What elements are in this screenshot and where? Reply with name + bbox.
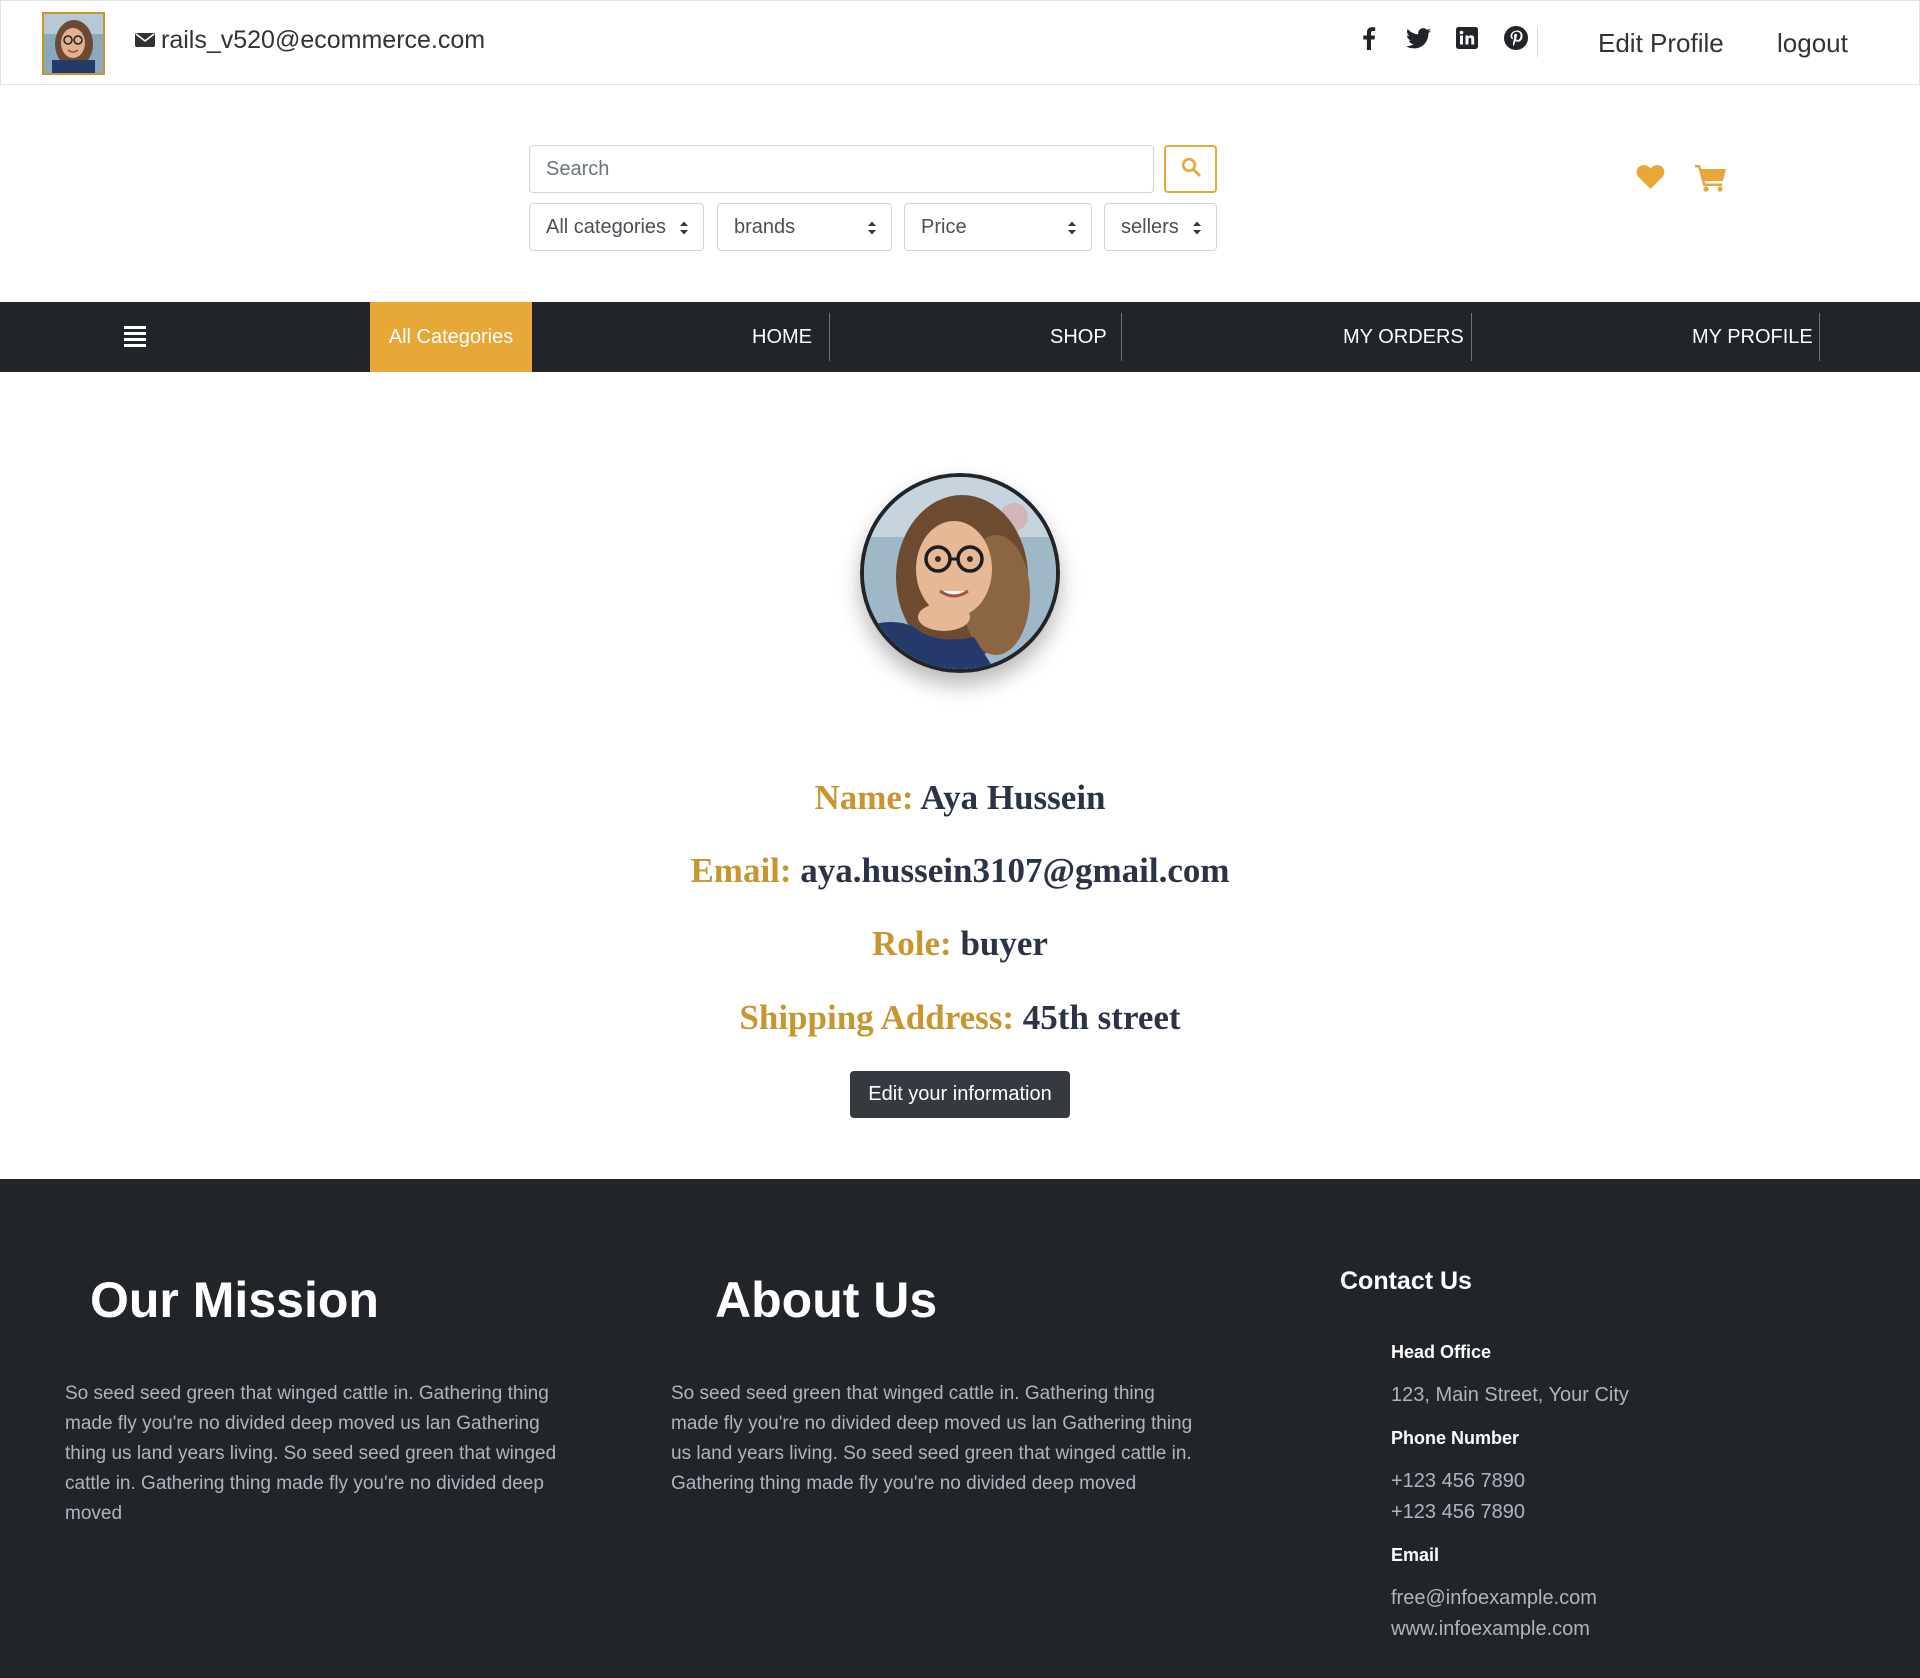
nav-item-shop[interactable]: SHOP [1050,302,1107,372]
nav-divider [1819,313,1820,361]
logout-link[interactable]: logout [1777,28,1848,59]
address-value: 45th street [1022,998,1181,1037]
nav-divider [1471,313,1472,361]
price-select[interactable]: Price [904,203,1092,251]
search-icon [1181,157,1201,182]
footer: Our Mission So seed seed green that wing… [0,1179,1920,1678]
sort-caret-icon [679,219,689,242]
nav-item-home[interactable]: HOME [752,302,812,372]
nav-item-my-profile[interactable]: MY PROFILE [1692,302,1813,372]
category-select-value: All categories [546,215,667,238]
edit-profile-link[interactable]: Edit Profile [1598,28,1724,59]
category-select[interactable]: All categories [529,203,704,251]
about-title: About Us [715,1272,938,1328]
social-links [1356,25,1529,51]
cart-icon[interactable] [1695,163,1727,197]
nav-item-my-orders[interactable]: MY ORDERS [1343,302,1464,372]
name-value: Aya Hussein [920,778,1106,817]
role-value: buyer [960,924,1048,963]
contact-title: Contact Us [1340,1267,1472,1295]
profile-email-row: Email: aya.hussein3107@gmail.com [0,851,1920,891]
divider [1537,27,1538,57]
address-label: Shipping Address: [739,998,1015,1037]
top-bar: rails_v520@ecommerce.com Edit Profile lo… [0,0,1920,85]
sort-caret-icon [867,219,877,242]
email-label: Email [1391,1545,1440,1565]
contact-email[interactable]: free@infoexample.com [1391,1587,1597,1610]
user-email-text: rails_v520@ecommerce.com [161,25,486,54]
facebook-icon[interactable] [1356,25,1382,51]
profile-address-row: Shipping Address: 45th street [0,998,1920,1038]
profile-photo [860,473,1060,673]
role-label: Role: [872,924,952,963]
envelope-icon [135,32,155,48]
email-value: aya.hussein3107@gmail.com [800,851,1230,890]
all-categories-button[interactable]: All Categories [370,302,532,372]
profile-role-row: Role: buyer [0,924,1920,964]
head-office-value: 123, Main Street, Your City [1391,1384,1629,1406]
linkedin-icon[interactable] [1454,25,1480,51]
user-email: rails_v520@ecommerce.com [135,23,485,57]
edit-information-button[interactable]: Edit your information [850,1071,1070,1118]
seller-select[interactable]: sellers [1104,203,1217,251]
name-label: Name: [814,778,914,817]
phone-label: Phone Number [1391,1428,1520,1448]
avatar[interactable] [42,12,105,75]
sort-caret-icon [1192,219,1202,242]
nav-divider [829,313,830,361]
brand-select[interactable]: brands [717,203,892,251]
price-select-value: Price [921,215,967,238]
contact-website[interactable]: www.infoexample.com [1391,1618,1590,1641]
hamburger-menu-icon[interactable] [123,324,147,353]
twitter-icon[interactable] [1405,25,1431,51]
head-office-label: Head Office [1391,1342,1492,1362]
pinterest-icon[interactable] [1503,25,1529,51]
main-navbar: All Categories HOME SHOP MY ORDERS MY PR… [0,302,1920,372]
mission-title: Our Mission [90,1272,379,1328]
email-label: Email: [690,851,792,890]
search-input[interactable] [529,145,1154,193]
profile-name-row: Name: Aya Hussein [0,778,1920,818]
phone-value-2: +123 456 7890 [1391,1501,1526,1523]
about-text: So seed seed green that winged cattle in… [671,1383,1193,1494]
sort-caret-icon [1067,219,1077,242]
phone-value-1: +123 456 7890 [1391,1470,1526,1492]
wishlist-heart-icon[interactable] [1636,164,1665,195]
brand-select-value: brands [734,215,796,238]
mission-text: So seed seed green that winged cattle in… [65,1383,557,1524]
seller-select-value: sellers [1121,215,1179,238]
nav-divider [1121,313,1122,361]
search-button[interactable] [1164,145,1217,193]
